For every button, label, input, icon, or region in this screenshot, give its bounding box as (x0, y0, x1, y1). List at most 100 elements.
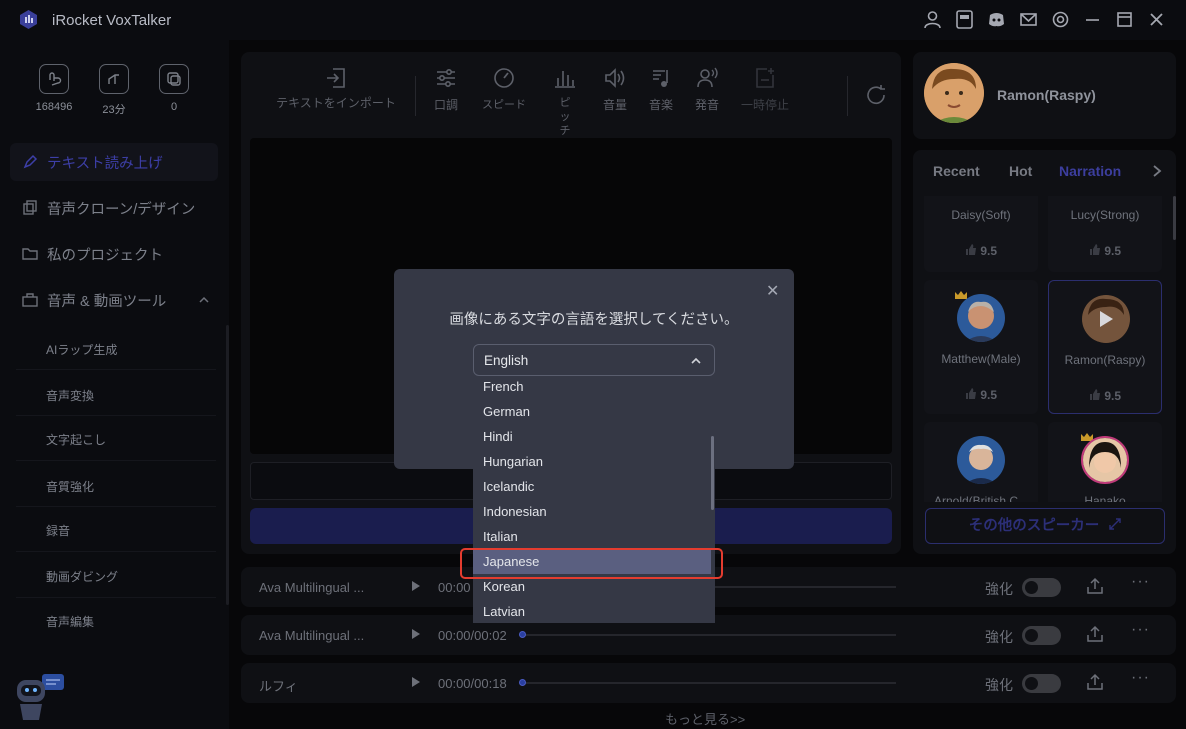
voice-card[interactable]: Matthew(Male) 9.5 (924, 280, 1038, 414)
app-title: iRocket VoxTalker (52, 12, 172, 29)
track-name: Ava Multilingual ... (259, 628, 365, 643)
app-window: iRocket VoxTalker 168496 23分 0 テキスト読み上げ … (0, 0, 1186, 729)
sub-audio-editor[interactable]: 音声編集 (46, 613, 94, 630)
nav-label: 音声クローン/デザイン (47, 201, 196, 218)
nav-audio-video-tools[interactable]: 音声 & 動画ツール (10, 281, 218, 319)
upload-icon[interactable] (1086, 625, 1104, 643)
voice-name: Arnold(British C... (933, 494, 1029, 502)
voice-rating: 9.5 (924, 244, 1038, 258)
enhance-toggle[interactable] (1022, 626, 1061, 645)
voice-card-selected[interactable]: Ramon(Raspy) 9.5 (1048, 280, 1162, 414)
progress-handle[interactable] (519, 631, 526, 638)
pause-label: 一時停止 (740, 98, 789, 112)
import-text-label: テキストをインポート (276, 96, 396, 110)
minimize-icon[interactable] (1083, 10, 1102, 29)
tab-hot[interactable]: Hot (1009, 163, 1032, 179)
tab-narration[interactable]: Narration (1059, 163, 1121, 179)
speed-button[interactable]: スピード (476, 66, 532, 112)
voice-name: Matthew(Male) (941, 352, 1021, 366)
tone-button[interactable]: 口調 (428, 66, 464, 113)
enhance-toggle[interactable] (1022, 578, 1061, 597)
sub-audio-enhance[interactable]: 音質強化 (46, 478, 94, 495)
nav-label: 音声 & 動画ツール (47, 293, 167, 310)
more-options-icon[interactable]: ··· (1131, 621, 1150, 639)
language-option[interactable]: Italian (473, 524, 711, 549)
folder-icon (22, 248, 38, 260)
discord-icon[interactable] (987, 10, 1006, 29)
sub-transcription[interactable]: 文字起こし (46, 431, 106, 448)
pen-icon (23, 154, 38, 169)
enhance-label: 強化 (985, 581, 1013, 597)
dropdown-scrollbar[interactable] (711, 436, 714, 510)
avatar (924, 63, 984, 123)
stat-minutes-value: 23分 (102, 104, 126, 116)
language-option[interactable]: Hungarian (473, 449, 711, 474)
progress-bar[interactable] (521, 682, 896, 684)
app-download-icon[interactable] (955, 10, 974, 29)
close-icon[interactable]: ✕ (766, 281, 779, 301)
pronunciation-button[interactable]: 発音 (689, 66, 725, 113)
chevron-right-icon[interactable] (1151, 164, 1163, 178)
refresh-icon[interactable] (864, 83, 888, 107)
more-speakers-button[interactable]: その他のスピーカー (925, 508, 1165, 544)
progress-handle[interactable] (519, 679, 526, 686)
play-icon[interactable] (412, 677, 420, 687)
stat-characters-value: 168496 (35, 101, 73, 113)
chat-bot-icon[interactable] (14, 672, 66, 724)
voice-card[interactable]: Daisy(Soft) 9.5 (924, 196, 1038, 272)
upload-icon[interactable] (1086, 673, 1104, 691)
language-select[interactable]: English (473, 344, 715, 376)
language-option[interactable]: Hindi (473, 424, 711, 449)
bar-chart-icon (555, 71, 575, 88)
maximize-icon[interactable] (1115, 10, 1134, 29)
settings-icon[interactable] (1051, 10, 1070, 29)
more-options-icon[interactable]: ··· (1131, 669, 1150, 687)
track-time: 00:00 (438, 580, 471, 595)
pronunciation-label: 発音 (694, 98, 719, 112)
music-button[interactable]: 音楽 (643, 66, 679, 113)
pause-button[interactable]: 一時停止 (737, 66, 793, 113)
nav-text-to-speech[interactable]: テキスト読み上げ (10, 143, 218, 181)
voice-list-scrollbar[interactable] (1173, 196, 1176, 240)
chevron-up-icon[interactable] (198, 294, 210, 306)
import-text-button[interactable]: テキストをインポート (261, 66, 411, 111)
language-option[interactable]: French (473, 376, 711, 399)
speedometer-icon (494, 68, 514, 88)
play-icon[interactable] (1098, 310, 1114, 328)
see-more-link[interactable]: もっと見る>> (665, 709, 745, 728)
nav-voice-clone[interactable]: 音声クローン/デザイン (10, 189, 218, 227)
voice-name: Hanako (1084, 494, 1126, 502)
sub-voice-changer[interactable]: 音声変換 (46, 387, 94, 404)
enhance-label: 強化 (985, 677, 1013, 693)
play-icon[interactable] (412, 629, 420, 639)
voice-name: Lucy(Strong) (1070, 208, 1140, 222)
voice-card[interactable]: Hanako (1048, 422, 1162, 502)
sub-video-dubbing[interactable]: 動画ダビング (46, 568, 118, 585)
play-icon[interactable] (412, 581, 420, 591)
sub-ai-rap[interactable]: AIラップ生成 (46, 341, 117, 358)
language-option[interactable]: Icelandic (473, 474, 711, 499)
sidebar-scrollbar[interactable] (226, 325, 229, 605)
nav-my-projects[interactable]: 私のプロジェクト (10, 235, 218, 273)
language-option[interactable]: German (473, 399, 711, 424)
language-option[interactable]: Latvian (473, 599, 711, 623)
voice-card[interactable]: Lucy(Strong) 9.5 (1048, 196, 1162, 272)
thumbs-up-icon (965, 244, 976, 255)
voice-card[interactable]: Arnold(British C... (924, 422, 1038, 502)
avatar (1081, 436, 1129, 484)
progress-bar[interactable] (521, 634, 896, 636)
close-icon[interactable] (1147, 10, 1166, 29)
voice-name: Daisy(Soft) (951, 208, 1011, 222)
more-options-icon[interactable]: ··· (1131, 573, 1150, 591)
mail-icon[interactable] (1019, 10, 1038, 29)
upload-icon[interactable] (1086, 577, 1104, 595)
editor-toolbar: テキストをインポート 口調 スピード ピッチ 音量 音楽 発音 一時停止 (241, 52, 901, 137)
user-icon[interactable] (923, 10, 942, 29)
characters-icon (49, 72, 62, 86)
volume-button[interactable]: 音量 (597, 66, 633, 113)
enhance-toggle[interactable] (1022, 674, 1061, 693)
tab-recent[interactable]: Recent (933, 163, 980, 179)
language-option[interactable]: Indonesian (473, 499, 711, 524)
pitch-button[interactable]: ピッチ (550, 66, 580, 138)
sub-recording[interactable]: 録音 (46, 522, 70, 539)
